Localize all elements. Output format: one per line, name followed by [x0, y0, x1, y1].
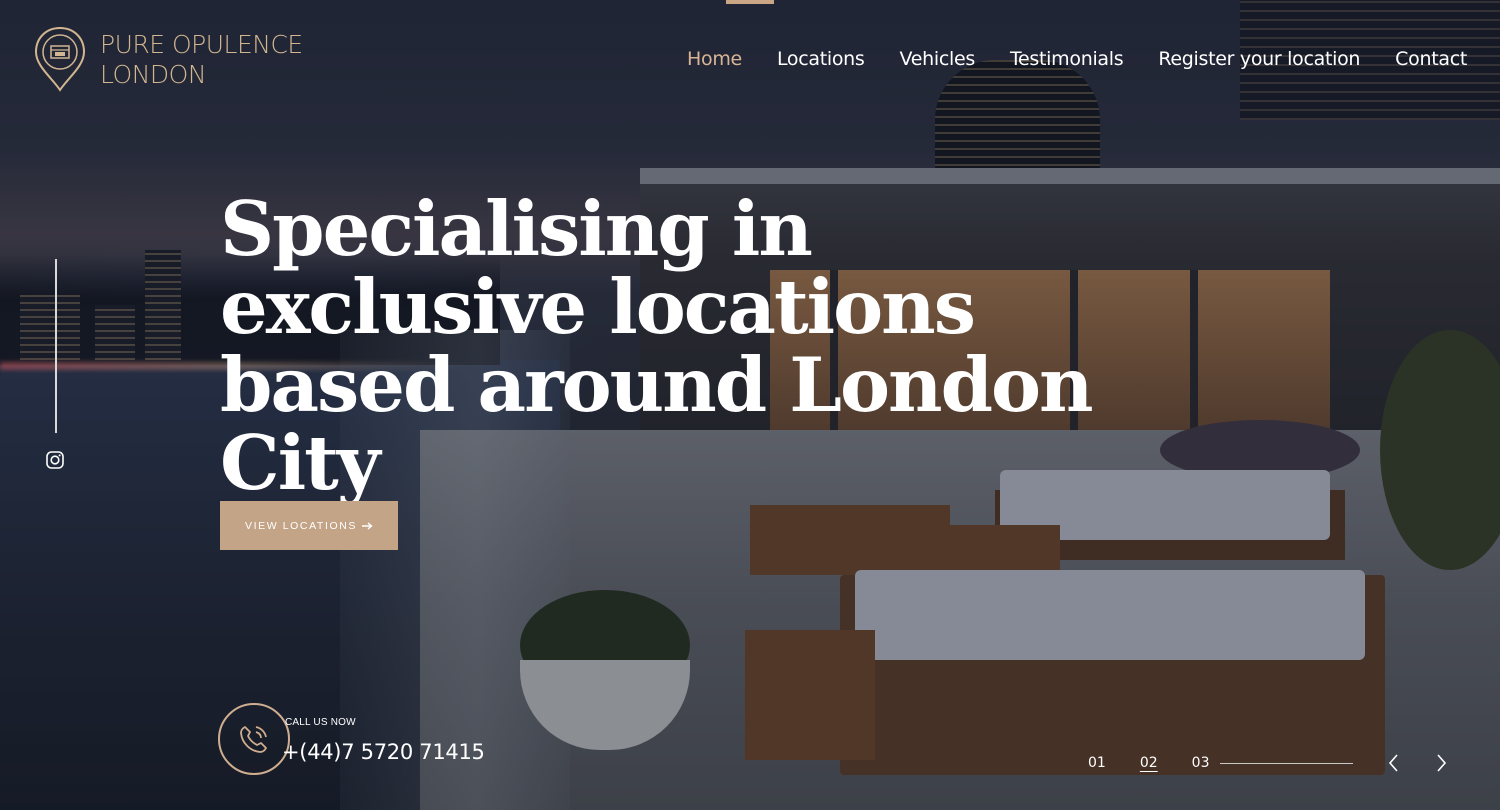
- view-locations-button[interactable]: VIEW LOCATIONS: [220, 501, 398, 550]
- call-us-label: CALL US NOW: [285, 717, 356, 728]
- phone-number-link[interactable]: +(44)7 5720 71415: [282, 740, 485, 764]
- slide-01[interactable]: 01: [1088, 755, 1106, 771]
- brand-line-1: PURE OPULENCE: [100, 30, 303, 59]
- slide-02[interactable]: 02: [1140, 755, 1158, 771]
- brand-logo[interactable]: PURE OPULENCE LONDON: [34, 26, 303, 92]
- slide-progress-line: [1220, 763, 1353, 764]
- arrow-right-icon: [362, 521, 373, 530]
- nav-contact[interactable]: Contact: [1395, 48, 1467, 70]
- hero-headline: Specialising in exclusive locations base…: [220, 185, 1094, 507]
- nav-vehicles[interactable]: Vehicles: [900, 48, 976, 70]
- nav-testimonials[interactable]: Testimonials: [1010, 48, 1124, 70]
- nav-locations[interactable]: Locations: [777, 48, 865, 70]
- nav-register-location[interactable]: Register your location: [1158, 48, 1360, 70]
- phone-icon[interactable]: [218, 703, 290, 775]
- brand-name: PURE OPULENCE LONDON: [100, 30, 303, 90]
- slide-03[interactable]: 03: [1192, 755, 1210, 771]
- chevron-left-icon[interactable]: [1384, 752, 1404, 774]
- social-divider-line: [55, 259, 57, 433]
- location-pin-logo-icon: [34, 26, 86, 92]
- brand-line-2: LONDON: [100, 60, 207, 89]
- active-nav-indicator: [726, 0, 774, 4]
- slide-pagination: 01 02 03: [1088, 755, 1209, 771]
- nav-home[interactable]: Home: [687, 48, 742, 70]
- instagram-icon[interactable]: [46, 451, 64, 469]
- chevron-right-icon[interactable]: [1431, 752, 1451, 774]
- main-navigation: Home Locations Vehicles Testimonials Reg…: [687, 48, 1467, 70]
- view-locations-label: VIEW LOCATIONS: [244, 519, 358, 532]
